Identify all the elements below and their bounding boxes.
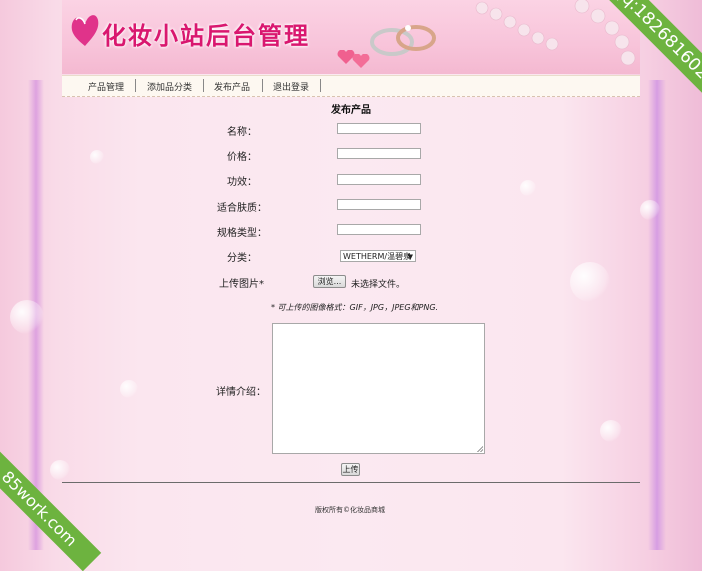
right-decor-stripe — [648, 80, 666, 550]
bubble-decor — [120, 380, 138, 398]
nav-divider — [135, 79, 136, 92]
upload-submit-button[interactable]: 上传 — [341, 463, 360, 476]
resize-grip-icon[interactable] — [477, 446, 483, 452]
name-label: 名称： — [227, 127, 257, 138]
nav-item-add-category[interactable]: 添加品分类 — [147, 80, 192, 93]
category-selected-value: WETHERM/温碧泉 — [343, 252, 412, 261]
upload-image-label: 上传图片* — [219, 279, 264, 290]
category-select[interactable]: WETHERM/温碧泉 ▼ — [340, 250, 416, 262]
detail-textarea[interactable] — [272, 323, 485, 454]
pearls-decor-icon — [475, 0, 636, 66]
category-label: 分类： — [227, 253, 257, 264]
bubble-decor — [640, 200, 660, 220]
heart-icon — [352, 54, 370, 68]
nav-item-product-manage[interactable]: 产品管理 — [88, 80, 124, 93]
header-banner: 化妆小站后台管理 — [62, 0, 640, 74]
nav-item-publish-product[interactable]: 发布产品 — [214, 80, 250, 93]
chevron-down-icon: ▼ — [407, 253, 413, 261]
effect-label: 功效： — [227, 177, 257, 188]
nav-item-logout[interactable]: 退出登录 — [273, 80, 309, 93]
bubble-decor — [600, 420, 622, 442]
top-nav: 产品管理 添加品分类 发布产品 退出登录 — [62, 75, 640, 97]
effect-input[interactable] — [337, 174, 421, 185]
nav-divider — [262, 79, 263, 92]
upload-format-hint: * 可上传的图像格式：GIF，JPG，JPEG和PNG. — [271, 303, 439, 312]
bubble-decor — [50, 460, 70, 480]
bubble-decor — [90, 150, 104, 164]
bubble-decor — [10, 300, 44, 334]
footer-divider — [62, 482, 640, 483]
skin-type-input[interactable] — [337, 199, 421, 210]
nav-divider — [320, 79, 321, 92]
spec-type-input[interactable] — [337, 224, 421, 235]
bubble-decor — [520, 180, 536, 196]
skin-type-label: 适合肤质： — [217, 203, 267, 214]
form-title: 发布产品 — [331, 105, 371, 116]
footer-copyright: 版权所有©化妆品商城 — [315, 506, 385, 514]
browse-file-button[interactable]: 浏览... — [313, 275, 346, 288]
price-label: 价格： — [227, 152, 257, 163]
detail-label: 详情介绍： — [216, 387, 266, 398]
spec-type-label: 规格类型： — [217, 228, 267, 239]
butterfly-logo-icon — [71, 15, 99, 47]
page-title: 化妆小站后台管理 — [102, 21, 310, 50]
bubble-decor — [570, 262, 610, 302]
name-input[interactable] — [337, 123, 421, 134]
nav-divider — [203, 79, 204, 92]
price-input[interactable] — [337, 148, 421, 159]
rings-image-icon — [370, 25, 436, 56]
file-status-text: 未选择文件。 — [351, 280, 406, 290]
